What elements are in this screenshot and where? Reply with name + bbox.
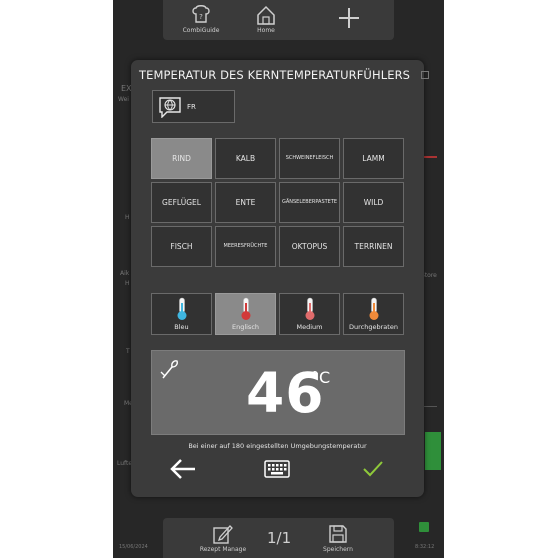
thermometer-icon [177, 297, 186, 320]
thermometer-icon [369, 297, 378, 320]
thermometer-icon [241, 297, 250, 320]
add-button[interactable] [319, 2, 379, 38]
meat-category-grid: RIND KALB SCHWEINEFLEISCH LAMM GEFLÜGEL ENTE G… [151, 138, 405, 267]
recipe-manage-label: Rezept Manage [199, 546, 247, 553]
bg-marker [423, 156, 437, 158]
doneness-englisch[interactable]: Englisch [215, 293, 276, 335]
dialog-title: TEMPERATUR DES KERNTEMPERATURFÜHLERS [139, 68, 411, 82]
doneness-label: Medium [296, 323, 323, 331]
bg-fragment: H [125, 214, 130, 221]
date-text: 15/06/2024 [119, 544, 148, 550]
confirm-button[interactable] [359, 456, 387, 482]
edit-icon [213, 525, 233, 544]
doneness-selector: Bleu Englisch Medium Durchgebraten [151, 293, 405, 335]
language-code: FR [187, 102, 196, 111]
combiguide-button[interactable]: ? CombiGuide [171, 2, 231, 38]
category-fisch[interactable]: FISCH [151, 226, 212, 267]
category-rind[interactable]: RIND [151, 138, 212, 179]
category-oktopus[interactable]: OKTOPUS [279, 226, 340, 267]
globe-speech-icon [159, 96, 181, 118]
top-toolbar: ? CombiGuide Home [163, 0, 394, 40]
home-icon [257, 5, 275, 25]
doneness-label: Bleu [174, 323, 189, 331]
bg-fragment: H [125, 280, 130, 287]
bg-fragment: Lufte [117, 460, 133, 467]
bg-fragment: T [126, 348, 130, 355]
doneness-label: Englisch [231, 323, 260, 331]
save-label: Speichern [323, 546, 353, 553]
time-text: 8:32:12 [415, 544, 435, 550]
chef-hat-icon: ? [192, 5, 210, 23]
checkmark-icon [363, 461, 383, 477]
core-probe-icon [160, 360, 178, 379]
back-button[interactable] [168, 456, 198, 482]
keyboard-button[interactable] [262, 456, 292, 482]
bg-status-panel [425, 432, 441, 470]
arrow-left-icon [170, 459, 195, 479]
grid-icon [421, 71, 429, 79]
recipe-manage-button[interactable]: Rezept Manage [193, 521, 253, 557]
category-geflugel[interactable]: GEFLÜGEL [151, 182, 212, 223]
doneness-medium[interactable]: Medium [279, 293, 340, 335]
temperature-unit: °C [311, 368, 331, 387]
category-lamm[interactable]: LAMM [343, 138, 404, 179]
category-ganseleberpastete[interactable]: GÄNSELEBERPASTETE [279, 182, 340, 223]
save-button[interactable]: Speichern [308, 521, 368, 557]
bg-divider [423, 406, 437, 407]
category-schweinefleisch[interactable]: SCHWEINEFLEISCH [279, 138, 340, 179]
category-meeresfruchte[interactable]: MEERESFRÜCHTE [215, 226, 276, 267]
category-kalb[interactable]: KALB [215, 138, 276, 179]
keyboard-icon [264, 460, 290, 478]
home-label: Home [257, 27, 275, 34]
combiguide-label: CombiGuide [182, 27, 220, 34]
doneness-label: Durchgebraten [349, 323, 398, 331]
language-button[interactable]: FR [152, 90, 235, 123]
floppy-disk-icon [329, 525, 347, 543]
doneness-durchgebraten[interactable]: Durchgebraten [343, 293, 404, 335]
ambient-temperature-hint: Bei einer auf 180 eingestellten Umgebung… [188, 442, 367, 450]
home-button[interactable]: Home [236, 2, 296, 38]
status-indicator [419, 522, 429, 532]
svg-text:?: ? [199, 13, 203, 21]
bg-fragment: Wei [118, 96, 129, 103]
page-indicator: 1/1 [267, 529, 292, 547]
plus-icon [339, 8, 359, 28]
temperature-display: 46 °C [151, 350, 405, 435]
category-wild[interactable]: WILD [343, 182, 404, 223]
thermometer-icon [305, 297, 314, 320]
doneness-bleu[interactable]: Bleu [151, 293, 212, 335]
bg-fragment: Aik [120, 270, 130, 277]
core-probe-dialog: TEMPERATUR DES KERNTEMPERATURFÜHLERS FR … [131, 60, 429, 497]
app-screen: ? CombiGuide Home EX Wei H Aik H T Me Lu… [113, 0, 444, 558]
category-ente[interactable]: ENTE [215, 182, 276, 223]
bg-fragment: EX [121, 84, 132, 93]
bottom-toolbar: Rezept Manage 1/1 Speichern [163, 518, 394, 558]
category-terrinen[interactable]: TERRINEN [343, 226, 404, 267]
